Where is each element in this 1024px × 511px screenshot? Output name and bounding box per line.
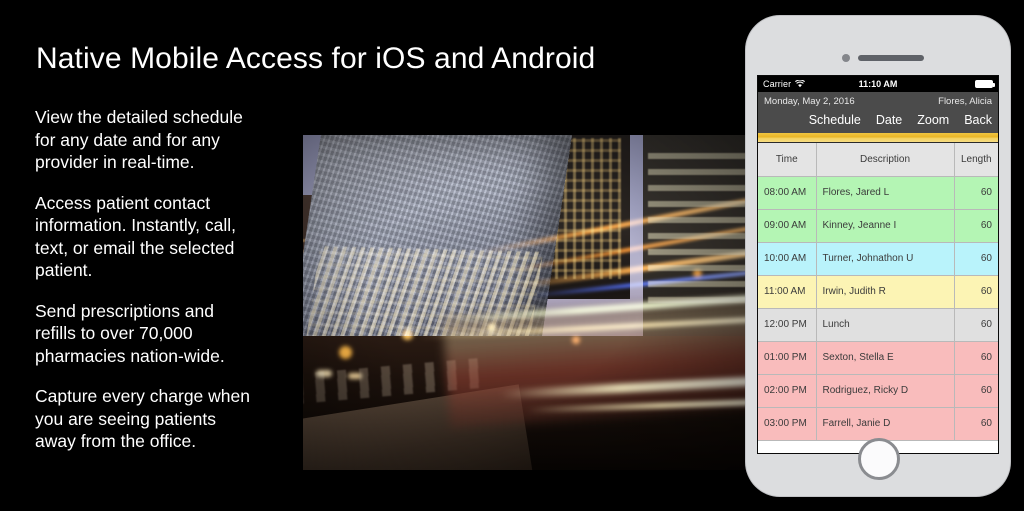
cell-description: Kinney, Jeanne I bbox=[816, 209, 955, 243]
appointment-table-body: 08:00 AM Flores, Jared L 60 09:00 AM Kinney,… bbox=[758, 176, 998, 441]
table-row[interactable]: 02:00 PM Rodriguez, Ricky D 60 bbox=[758, 374, 998, 408]
cell-time: 02:00 PM bbox=[758, 374, 817, 408]
battery-full-icon bbox=[975, 80, 995, 88]
cell-time: 09:00 AM bbox=[758, 209, 817, 243]
table-header-row: Time Description Length bbox=[758, 143, 998, 177]
appointment-table: Time Description Length 08:00 AM Flores, … bbox=[758, 143, 998, 441]
column-header-length: Length bbox=[954, 143, 998, 177]
cell-description: Turner, Johnathon U bbox=[816, 242, 955, 276]
cell-length: 60 bbox=[954, 407, 998, 441]
table-row[interactable]: 09:00 AM Kinney, Jeanne I 60 bbox=[758, 209, 998, 243]
column-header-time: Time bbox=[758, 143, 817, 177]
cell-time: 01:00 PM bbox=[758, 341, 817, 375]
cell-length: 60 bbox=[954, 374, 998, 408]
cell-length: 60 bbox=[954, 176, 998, 210]
cell-length: 60 bbox=[954, 341, 998, 375]
cell-description: Lunch bbox=[816, 308, 955, 342]
cell-description: Irwin, Judith R bbox=[816, 275, 955, 309]
table-row[interactable]: 10:00 AM Turner, Johnathon U 60 bbox=[758, 242, 998, 276]
cell-description: Flores, Jared L bbox=[816, 176, 955, 210]
cell-length: 60 bbox=[954, 209, 998, 243]
table-row[interactable]: 03:00 PM Farrell, Janie D 60 bbox=[758, 407, 998, 441]
phone-screen: Carrier 11:10 AM Monday, May 2, 2016 Flo… bbox=[757, 75, 999, 454]
column-header-description: Description bbox=[816, 143, 955, 177]
iphone-device-frame: Carrier 11:10 AM Monday, May 2, 2016 Flo… bbox=[746, 16, 1010, 496]
accent-divider bbox=[758, 133, 998, 143]
table-row[interactable]: 12:00 PM Lunch 60 bbox=[758, 308, 998, 342]
cell-description: Sexton, Stella E bbox=[816, 341, 955, 375]
list-item: Capture every charge when you are seeing… bbox=[35, 386, 250, 451]
page-title: Native Mobile Access for iOS and Android bbox=[36, 42, 596, 75]
list-item: View the detailed schedule for any date … bbox=[35, 107, 243, 172]
front-camera-icon bbox=[842, 54, 850, 62]
table-row[interactable]: 01:00 PM Sexton, Stella E 60 bbox=[758, 341, 998, 375]
cell-time: 10:00 AM bbox=[758, 242, 817, 276]
app-navigation-bar: Schedule Date Zoom Back bbox=[758, 110, 998, 133]
back-button[interactable]: Back bbox=[964, 114, 992, 127]
cell-description: Farrell, Janie D bbox=[816, 407, 955, 441]
table-row[interactable]: 08:00 AM Flores, Jared L 60 bbox=[758, 176, 998, 210]
cell-time: 08:00 AM bbox=[758, 176, 817, 210]
cell-length: 60 bbox=[954, 275, 998, 309]
table-row[interactable]: 11:00 AM Irwin, Judith R 60 bbox=[758, 275, 998, 309]
photo-vignette bbox=[303, 135, 751, 470]
status-right-group bbox=[975, 80, 995, 88]
cell-length: 60 bbox=[954, 242, 998, 276]
list-item: Access patient contact information. Inst… bbox=[35, 192, 237, 281]
presentation-slide: Native Mobile Access for iOS and Android… bbox=[0, 0, 1024, 511]
date-button[interactable]: Date bbox=[876, 114, 902, 127]
cell-time: 12:00 PM bbox=[758, 308, 817, 342]
cell-description: Rodriguez, Ricky D bbox=[816, 374, 955, 408]
home-button[interactable] bbox=[858, 438, 900, 480]
schedule-date-label: Monday, May 2, 2016 bbox=[764, 95, 855, 107]
provider-name-label: Flores, Alicia bbox=[938, 95, 992, 107]
feature-bullet-list: View the detailed schedule for any date … bbox=[35, 106, 300, 471]
city-night-photo bbox=[303, 135, 751, 470]
cell-length: 60 bbox=[954, 308, 998, 342]
status-time: 11:10 AM bbox=[858, 79, 898, 89]
earpiece-speaker-icon bbox=[858, 55, 924, 61]
list-item: Send prescriptions and refills to over 7… bbox=[35, 300, 225, 366]
date-provider-bar: Monday, May 2, 2016 Flores, Alicia bbox=[758, 92, 998, 110]
cell-time: 11:00 AM bbox=[758, 275, 817, 309]
cell-time: 03:00 PM bbox=[758, 407, 817, 441]
schedule-button[interactable]: Schedule bbox=[809, 114, 861, 127]
status-bar: Carrier 11:10 AM bbox=[758, 76, 998, 92]
zoom-button[interactable]: Zoom bbox=[917, 114, 949, 127]
